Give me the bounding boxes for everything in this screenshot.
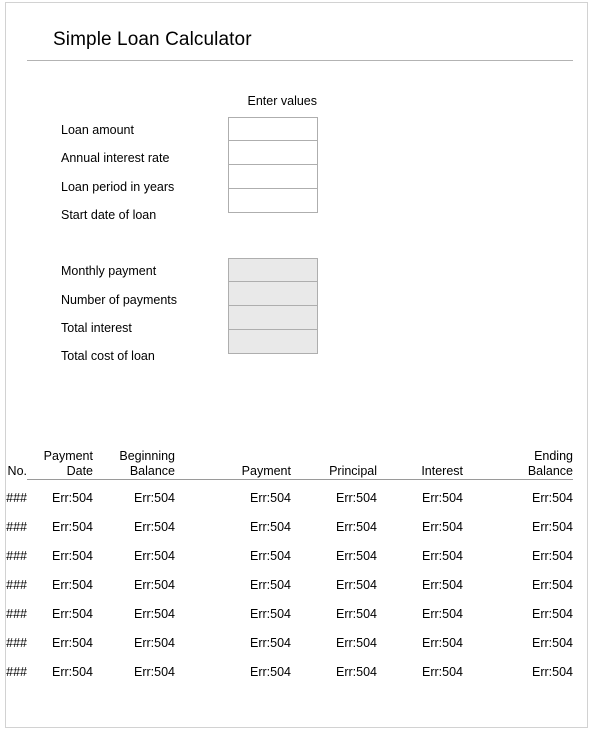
result-field-2 bbox=[228, 306, 318, 330]
table-cell[interactable]: Err:504 bbox=[473, 658, 573, 687]
table-cell[interactable]: Err:504 bbox=[277, 571, 377, 600]
table-row: ### Err:504 Err:504 Err:504 Err:504 Err:504 Er… bbox=[6, 513, 573, 542]
table-cell[interactable]: Err:504 bbox=[191, 629, 291, 658]
table-row: ### Err:504 Err:504 Err:504 Err:504 Err:504 Er… bbox=[6, 542, 573, 571]
table-cell[interactable]: Err:504 bbox=[191, 484, 291, 513]
table-cell[interactable]: Err:504 bbox=[473, 629, 573, 658]
table-cell[interactable]: Err:504 bbox=[473, 484, 573, 513]
table-cell[interactable]: Err:504 bbox=[191, 542, 291, 571]
table-cell[interactable]: Err:504 bbox=[277, 658, 377, 687]
table-row: ### Err:504 Err:504 Err:504 Err:504 Err:504 Er… bbox=[6, 658, 573, 687]
page-title: Simple Loan Calculator bbox=[53, 29, 252, 50]
column-header-6: Ending Balance bbox=[527, 449, 573, 478]
column-header-5: Interest bbox=[421, 464, 463, 478]
table-cell[interactable]: Err:504 bbox=[473, 513, 573, 542]
table-cell[interactable]: Err:504 bbox=[363, 542, 463, 571]
table-cell[interactable]: Err:504 bbox=[75, 484, 175, 513]
column-header-3: Payment bbox=[241, 464, 291, 478]
table-cell[interactable]: Err:504 bbox=[363, 600, 463, 629]
table-row: ### Err:504 Err:504 Err:504 Err:504 Err:504 Er… bbox=[6, 571, 573, 600]
column-header-4: Principal bbox=[329, 464, 377, 478]
input-field-2[interactable] bbox=[228, 165, 318, 189]
table-cell[interactable]: Err:504 bbox=[473, 600, 573, 629]
table-cell[interactable]: Err:504 bbox=[75, 542, 175, 571]
input-field-3[interactable] bbox=[228, 189, 318, 213]
input-field-0[interactable] bbox=[228, 117, 318, 141]
table-cell[interactable]: Err:504 bbox=[363, 658, 463, 687]
table-row: ### Err:504 Err:504 Err:504 Err:504 Err:504 Er… bbox=[6, 484, 573, 513]
input-field-1[interactable] bbox=[228, 141, 318, 165]
result-label-1: Number of payments bbox=[61, 293, 178, 307]
table-cell[interactable]: Err:504 bbox=[277, 600, 377, 629]
table-header-divider bbox=[27, 479, 573, 480]
input-label-2: Loan period in years bbox=[61, 180, 175, 194]
table-cell[interactable]: Err:504 bbox=[277, 542, 377, 571]
result-field-3 bbox=[228, 330, 318, 354]
table-cell[interactable]: Err:504 bbox=[363, 513, 463, 542]
spreadsheet-page: Simple Loan Calculator Enter values Loan… bbox=[5, 2, 588, 728]
table-cell[interactable]: Err:504 bbox=[75, 571, 175, 600]
table-cell[interactable]: Err:504 bbox=[75, 513, 175, 542]
table-cell[interactable]: Err:504 bbox=[473, 571, 573, 600]
table-cell[interactable]: Err:504 bbox=[363, 484, 463, 513]
table-row: ### Err:504 Err:504 Err:504 Err:504 Err:504 Er… bbox=[6, 600, 573, 629]
table-row: ### Err:504 Err:504 Err:504 Err:504 Err:504 Er… bbox=[6, 629, 573, 658]
input-label-1: Annual interest rate bbox=[61, 151, 170, 165]
result-label-3: Total cost of loan bbox=[61, 349, 155, 363]
column-header-2: Beginning Balance bbox=[119, 449, 175, 478]
table-cell[interactable]: Err:504 bbox=[363, 629, 463, 658]
table-cell[interactable]: Err:504 bbox=[363, 571, 463, 600]
table-header-row: No. Payment Date Beginning Balance Payment P… bbox=[8, 433, 573, 479]
amortization-table-header: No. Payment Date Beginning Balance Payment P… bbox=[8, 433, 573, 479]
table-cell[interactable]: Err:504 bbox=[277, 513, 377, 542]
result-label-2: Total interest bbox=[61, 321, 132, 335]
input-label-3: Start date of loan bbox=[61, 208, 157, 222]
table-cell[interactable]: Err:504 bbox=[191, 600, 291, 629]
table-cell[interactable]: Err:504 bbox=[191, 571, 291, 600]
result-label-0: Monthly payment bbox=[61, 264, 157, 278]
table-cell[interactable]: Err:504 bbox=[75, 629, 175, 658]
enter-values-header: Enter values bbox=[247, 94, 317, 108]
table-cell[interactable]: Err:504 bbox=[75, 600, 175, 629]
result-field-1 bbox=[228, 282, 318, 306]
result-field-0 bbox=[228, 258, 318, 282]
input-label-0: Loan amount bbox=[61, 123, 134, 137]
title-divider bbox=[27, 60, 573, 61]
table-cell[interactable]: Err:504 bbox=[191, 513, 291, 542]
table-cell[interactable]: Err:504 bbox=[191, 658, 291, 687]
table-cell[interactable]: Err:504 bbox=[75, 658, 175, 687]
table-cell[interactable]: Err:504 bbox=[277, 629, 377, 658]
table-cell[interactable]: Err:504 bbox=[277, 484, 377, 513]
table-cell[interactable]: Err:504 bbox=[473, 542, 573, 571]
